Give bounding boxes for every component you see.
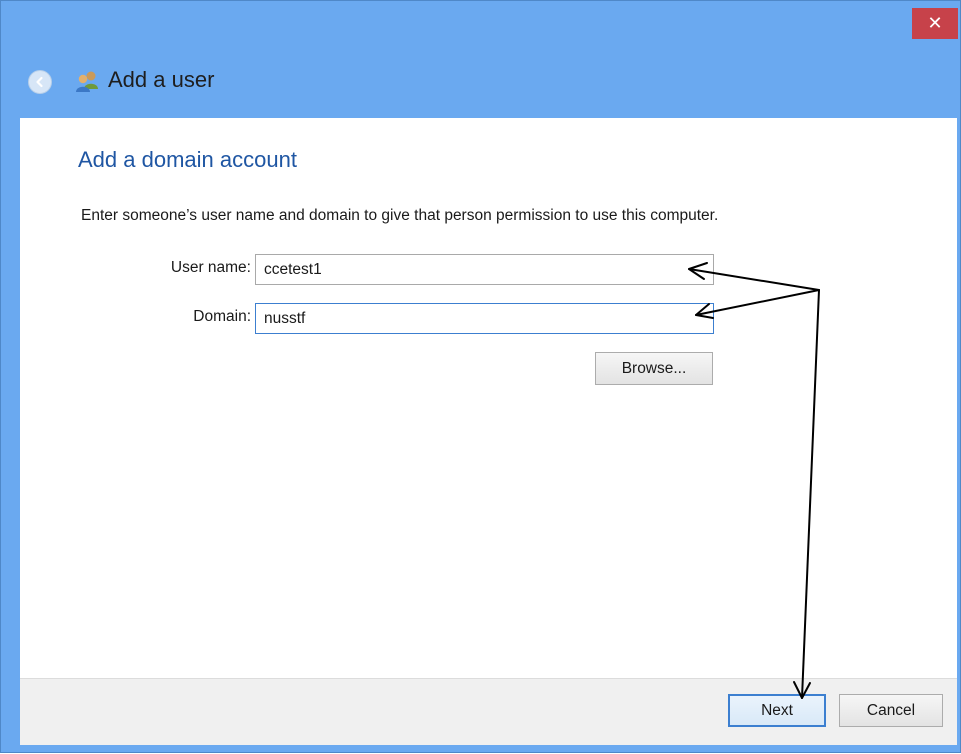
back-button[interactable] <box>28 70 52 94</box>
content-area <box>20 118 957 678</box>
close-button[interactable]: ✕ <box>912 8 958 39</box>
close-icon: ✕ <box>927 13 943 34</box>
users-icon <box>76 71 98 92</box>
instruction-text: Enter someone’s user name and domain to … <box>81 207 719 224</box>
domain-label: Domain: <box>193 308 251 325</box>
username-label: User name: <box>170 259 251 276</box>
dialog-window: ✕ Add a user Add a domain account Enter … <box>0 0 961 753</box>
back-arrow-icon <box>36 76 43 88</box>
browse-button[interactable]: Browse... <box>595 352 713 385</box>
nav-title: Add a user <box>108 67 215 92</box>
next-button[interactable]: Next <box>728 694 826 727</box>
cancel-button[interactable]: Cancel <box>839 694 943 727</box>
domain-input[interactable] <box>255 303 714 334</box>
username-input[interactable] <box>255 254 714 285</box>
page-title: Add a domain account <box>78 147 297 172</box>
